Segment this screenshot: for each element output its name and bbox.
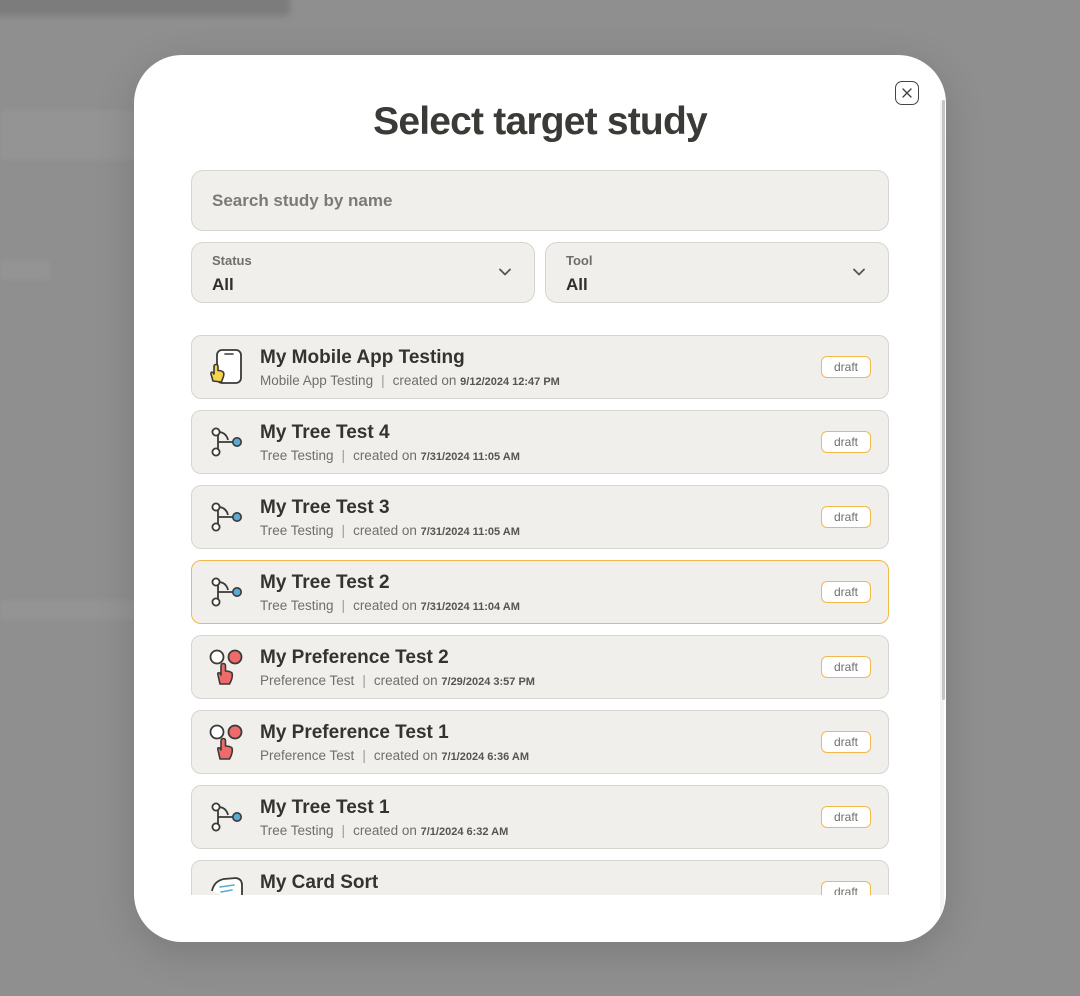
status-badge: draft xyxy=(821,731,871,753)
created-label: created on xyxy=(392,373,457,388)
study-list: My Mobile App Testing Mobile App Testing |… xyxy=(191,335,889,895)
status-filter-label: Status xyxy=(212,253,252,268)
tool-filter-value: All xyxy=(566,275,588,294)
study-row[interactable]: My Preference Test 2 Preference Test | crea… xyxy=(191,635,889,699)
study-row[interactable]: My Tree Test 1 Tree Testing | created on 7/… xyxy=(191,785,889,849)
study-meta: Tree Testing | created on 7/31/2024 11:05 … xyxy=(260,448,520,463)
meta-separator: | xyxy=(341,448,346,463)
status-badge: draft xyxy=(821,656,871,678)
status-badge: draft xyxy=(821,356,871,378)
tool-filter-select[interactable]: Tool All xyxy=(545,242,889,303)
status-badge: draft xyxy=(821,806,871,828)
status-badge: draft xyxy=(821,581,871,603)
study-meta: Tree Testing | created on 7/1/2024 6:32 AM xyxy=(260,823,508,838)
tool-filter-label: Tool xyxy=(566,253,593,268)
chevron-down-icon xyxy=(853,268,865,276)
study-tool: Preference Test xyxy=(260,748,355,763)
study-name: My Preference Test 1 xyxy=(260,722,449,743)
status-filter-select[interactable]: Status All xyxy=(191,242,535,303)
meta-separator: | xyxy=(341,823,346,838)
study-meta: Tree Testing | created on 7/31/2024 11:05 … xyxy=(260,523,520,538)
study-meta: Tree Testing | created on 7/31/2024 11:04 … xyxy=(260,598,520,613)
study-row[interactable]: My Preference Test 1 Preference Test | crea… xyxy=(191,710,889,774)
search-input[interactable] xyxy=(191,170,889,231)
study-meta: Preference Test | created on 7/1/2024 6:36… xyxy=(260,748,529,763)
study-name: My Preference Test 2 xyxy=(260,647,449,668)
study-row[interactable]: My Tree Test 3 Tree Testing | created on 7/… xyxy=(191,485,889,549)
scrollbar-thumb[interactable] xyxy=(942,100,945,700)
study-row[interactable]: My Tree Test 2 Tree Testing | created on 7/… xyxy=(191,560,889,624)
meta-separator: | xyxy=(341,523,346,538)
select-study-modal: Select target study Status All Tool All … xyxy=(134,55,946,942)
study-row[interactable]: My Tree Test 4 Tree Testing | created on 7/… xyxy=(191,410,889,474)
study-name: My Mobile App Testing xyxy=(260,347,465,368)
study-meta: Mobile App Testing | created on 9/12/2024 … xyxy=(260,373,560,388)
study-name: My Tree Test 4 xyxy=(260,422,390,443)
created-label: created on xyxy=(373,748,438,763)
preference-test-icon xyxy=(208,648,246,686)
card-sort-icon xyxy=(208,873,246,895)
study-tool: Tree Testing xyxy=(260,448,334,463)
meta-separator: | xyxy=(341,598,346,613)
created-date: 7/31/2024 11:04 AM xyxy=(420,601,520,613)
study-tool: Tree Testing xyxy=(260,598,334,613)
study-name: My Card Sort xyxy=(260,872,379,893)
study-name: My Tree Test 3 xyxy=(260,497,390,518)
created-date: 7/29/2024 3:57 PM xyxy=(441,676,535,688)
study-meta: Preference Test | created on 7/29/2024 3:5… xyxy=(260,673,535,688)
created-date: 7/1/2024 6:36 AM xyxy=(441,751,530,763)
study-tool: Tree Testing xyxy=(260,523,334,538)
tree-testing-icon xyxy=(208,498,246,536)
tree-testing-icon xyxy=(208,573,246,611)
study-tool: Preference Test xyxy=(260,673,355,688)
tree-testing-icon xyxy=(208,423,246,461)
created-label: created on xyxy=(353,523,417,538)
created-label: created on xyxy=(353,823,417,838)
created-date: 7/1/2024 6:32 AM xyxy=(420,826,509,838)
status-badge: draft xyxy=(821,881,871,895)
status-badge: draft xyxy=(821,506,871,528)
mobile-app-icon xyxy=(208,348,246,386)
created-label: created on xyxy=(353,598,417,613)
study-name: My Tree Test 2 xyxy=(260,572,390,593)
study-row[interactable]: My Card Sort draft xyxy=(191,860,889,895)
created-label: created on xyxy=(373,673,438,688)
close-icon xyxy=(902,88,912,98)
created-date: 7/31/2024 11:05 AM xyxy=(420,451,520,463)
meta-separator: | xyxy=(362,748,366,763)
created-label: created on xyxy=(353,448,417,463)
created-date: 7/31/2024 11:05 AM xyxy=(420,526,520,538)
modal-title: Select target study xyxy=(373,100,708,143)
chevron-down-icon xyxy=(499,268,511,276)
status-filter-value: All xyxy=(212,275,234,294)
meta-separator: | xyxy=(381,373,385,388)
created-date: 9/12/2024 12:47 PM xyxy=(460,376,560,388)
meta-separator: | xyxy=(362,673,366,688)
study-row[interactable]: My Mobile App Testing Mobile App Testing |… xyxy=(191,335,889,399)
study-name: My Tree Test 1 xyxy=(260,797,390,818)
status-badge: draft xyxy=(821,431,871,453)
preference-test-icon xyxy=(208,723,246,761)
study-tool: Tree Testing xyxy=(260,823,334,838)
study-tool: Mobile App Testing xyxy=(260,373,374,388)
tree-testing-icon xyxy=(208,798,246,836)
